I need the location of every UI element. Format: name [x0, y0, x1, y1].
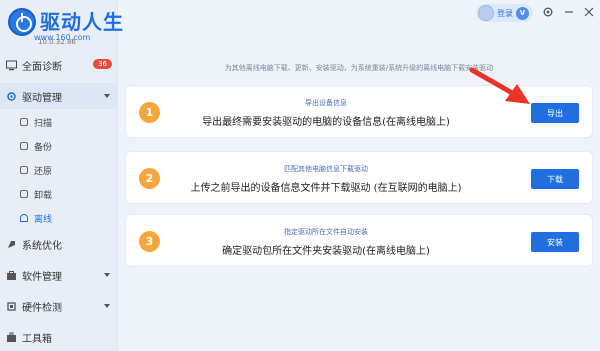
sidebar-subitem-offline[interactable]: 离线 — [0, 206, 118, 230]
close-icon[interactable] — [583, 6, 595, 18]
sidebar-subitem-scan[interactable]: 扫描 — [0, 110, 118, 134]
sidebar-item-label: 系统优化 — [22, 240, 62, 252]
toolbox-icon — [6, 332, 17, 343]
logo-icon — [8, 8, 36, 36]
sidebar-item-toolbox[interactable]: 工具箱 — [0, 324, 118, 350]
sidebar-item-hardware-check[interactable]: 硬件检测 — [0, 293, 118, 319]
step-card-install: 3 指定驱动所在文件自动安装 确定驱动包所在文件夹安装驱动(在离线电脑上) 安装 — [125, 214, 593, 267]
sidebar-item-system-optimize[interactable]: 系统优化 — [0, 231, 118, 257]
sidebar-item-label: 驱动管理 — [22, 92, 62, 104]
login-button[interactable]: 登录 V — [476, 4, 533, 22]
sidebar-item-software-management[interactable]: 软件管理 — [0, 262, 118, 288]
rocket-icon — [6, 239, 17, 250]
backup-icon — [20, 142, 28, 150]
sidebar-subitem-label: 备份 — [34, 142, 53, 153]
sidebar-subitem-uninstall[interactable]: 卸载 — [0, 182, 118, 206]
vip-badge: V — [516, 6, 529, 20]
diagnosis-count-badge: 36 — [93, 59, 112, 69]
minimize-icon[interactable] — [563, 6, 575, 18]
settings-icon[interactable] — [542, 6, 554, 18]
step-title: 匹配其他电脑信息下载驱动 — [284, 165, 368, 173]
download-button[interactable]: 下载 — [531, 169, 579, 189]
chevron-down-icon — [104, 273, 110, 277]
sidebar: 驱动人生 www.160.com 10.0.32.86 全面诊断 36 驱动管理… — [0, 0, 123, 351]
uninstall-icon — [20, 190, 28, 198]
sidebar-item-driver-management[interactable]: 驱动管理 — [0, 83, 118, 109]
sidebar-subitem-label: 卸载 — [34, 190, 53, 201]
export-button[interactable]: 导出 — [531, 103, 579, 123]
app-title: 驱动人生 — [40, 10, 124, 34]
sidebar-item-label: 全面诊断 — [22, 61, 62, 73]
bag-icon — [6, 270, 17, 281]
monitor-icon — [6, 60, 17, 71]
chip-icon — [6, 301, 17, 312]
chevron-down-icon — [104, 304, 110, 308]
sidebar-subitem-backup[interactable]: 备份 — [0, 134, 118, 158]
step-description: 上传之前导出的设备信息文件并下载驱动 (在互联网的电脑上) — [190, 183, 462, 194]
step-card-download: 2 匹配其他电脑信息下载驱动 上传之前导出的设备信息文件并下载驱动 (在互联网的… — [125, 151, 593, 204]
install-button[interactable]: 安装 — [531, 232, 579, 252]
sidebar-subitem-label: 扫描 — [34, 118, 53, 129]
step-description: 确定驱动包所在文件夹安装驱动(在离线电脑上) — [222, 246, 430, 257]
step-description: 导出最终需要安装驱动的电脑的设备信息(在离线电脑上) — [202, 117, 450, 128]
step-title: 指定驱动所在文件自动安装 — [284, 228, 368, 236]
gear-icon — [6, 91, 17, 102]
sidebar-item-label: 软件管理 — [22, 271, 62, 283]
sidebar-item-diagnosis[interactable]: 全面诊断 36 — [0, 52, 118, 78]
step-title: 导出设备信息 — [305, 99, 347, 107]
scan-icon — [20, 118, 28, 126]
restore-icon — [20, 166, 28, 174]
avatar — [478, 5, 494, 21]
sidebar-item-label: 工具箱 — [22, 333, 52, 345]
sidebar-subitem-restore[interactable]: 还原 — [0, 158, 118, 182]
page-subtitle: 为其他离线电脑下载、更新、安装驱动，为系统重装/系统升级的离线电脑下载安装驱动 — [224, 64, 494, 72]
login-label: 登录 — [497, 8, 513, 18]
sidebar-subitem-label: 离线 — [34, 214, 53, 225]
chevron-down-icon — [104, 94, 110, 98]
step-card-export: 1 导出设备信息 导出最终需要安装驱动的电脑的设备信息(在离线电脑上) 导出 — [125, 85, 593, 138]
wifi-icon — [20, 214, 28, 222]
sidebar-item-label: 硬件检测 — [22, 302, 62, 314]
sidebar-subitem-label: 还原 — [34, 166, 53, 177]
app-version: 10.0.32.86 — [38, 38, 76, 46]
